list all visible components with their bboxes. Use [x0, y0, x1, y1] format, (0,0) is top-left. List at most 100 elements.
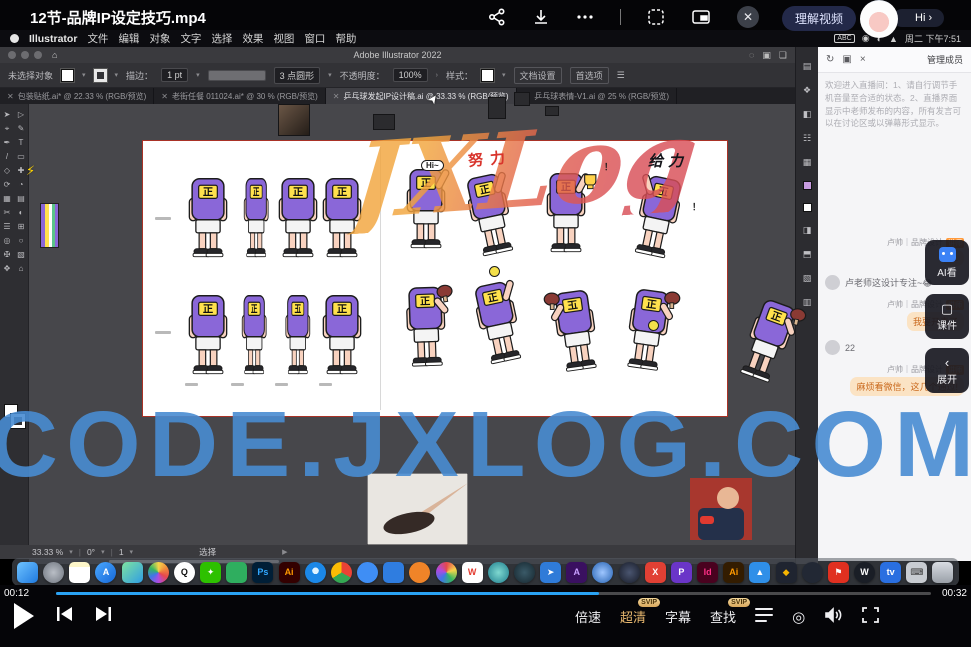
- document-tab[interactable]: ✕老街任餐 011024.ai* @ 30 % (RGB/预览): [154, 88, 326, 104]
- quality-button[interactable]: 超清 SVIP: [620, 607, 646, 626]
- indesign-dock-icon[interactable]: Id: [697, 562, 718, 583]
- finder-dock-icon[interactable]: [17, 562, 38, 583]
- keynote-dock-icon[interactable]: ▲: [749, 562, 770, 583]
- qq-dock-icon[interactable]: Q: [174, 562, 195, 583]
- pencil-tool-icon[interactable]: ⟳: [0, 178, 14, 191]
- maps-dock-icon[interactable]: [122, 562, 143, 583]
- close-chat-icon[interactable]: ×: [860, 54, 866, 65]
- gradient-tool-icon[interactable]: ◐: [14, 206, 28, 219]
- rotate-tool-icon[interactable]: ◔: [14, 178, 28, 191]
- popout-icon[interactable]: ▣: [842, 54, 851, 65]
- menu-选择[interactable]: 选择: [211, 31, 232, 46]
- lasso-tool-icon[interactable]: ✎: [14, 122, 28, 135]
- hi-button[interactable]: Hi ›: [893, 9, 944, 27]
- opacity-field[interactable]: 100%: [393, 68, 428, 82]
- progress-bar[interactable]: [56, 592, 931, 595]
- rotation-value[interactable]: 0°: [87, 547, 95, 557]
- fill-color-swatch[interactable]: [61, 69, 74, 82]
- search-icon[interactable]: ◌: [749, 50, 754, 61]
- player-photo[interactable]: [690, 478, 752, 540]
- zoom-level[interactable]: 33.33 %: [32, 547, 63, 557]
- menu-窗口[interactable]: 窗口: [304, 31, 325, 46]
- paddle-hand-photo[interactable]: [367, 473, 468, 545]
- apple-logo-icon[interactable]: [10, 34, 19, 43]
- stroke-panel-icon[interactable]: ◨: [803, 225, 812, 236]
- color-strip-thumbnail[interactable]: [40, 203, 59, 248]
- volume-icon[interactable]: [824, 607, 843, 626]
- courseware-button[interactable]: ▢ 课件: [925, 294, 969, 339]
- pip-icon[interactable]: [691, 8, 711, 26]
- safari-dock-icon[interactable]: [305, 562, 326, 583]
- illustrator-dock-icon[interactable]: Ai: [279, 562, 300, 583]
- menu-对象[interactable]: 对象: [149, 31, 170, 46]
- blend-tool-icon[interactable]: ◎: [0, 234, 14, 247]
- playlist-icon[interactable]: [755, 608, 773, 625]
- width-profile-preview[interactable]: [208, 70, 266, 81]
- reference-thumbnail[interactable]: [545, 106, 559, 116]
- scale-tool-icon[interactable]: ▦: [0, 192, 14, 205]
- menu-编辑[interactable]: 编辑: [118, 31, 139, 46]
- swatches-panel-icon[interactable]: ❖: [803, 85, 811, 96]
- reference-thumbnail[interactable]: [488, 97, 506, 119]
- menu-帮助[interactable]: 帮助: [335, 31, 356, 46]
- panel-menu-icon[interactable]: ☰: [617, 70, 625, 81]
- chrome-dock-icon[interactable]: [331, 562, 352, 583]
- browser-blue-dock-icon[interactable]: [383, 562, 404, 583]
- stroke-color-swatch[interactable]: [94, 69, 107, 82]
- search-button[interactable]: 查找 SVIP: [710, 607, 736, 626]
- close-tab-icon[interactable]: ✕: [333, 92, 340, 101]
- width-tool-icon[interactable]: ▤: [14, 192, 28, 205]
- aperture-dock-icon[interactable]: [592, 562, 613, 583]
- workspace-icon[interactable]: ▣: [762, 50, 771, 61]
- trash-dock-icon[interactable]: [932, 562, 953, 583]
- photoshop-dock-icon[interactable]: Ps: [252, 562, 273, 583]
- style-swatch[interactable]: [481, 69, 494, 82]
- quark-dock-icon[interactable]: [802, 562, 823, 583]
- layers-panel-icon[interactable]: ▦: [803, 157, 812, 168]
- screen-share-dock-icon[interactable]: [226, 562, 247, 583]
- illustrator-alt-dock-icon[interactable]: Ai: [723, 562, 744, 583]
- understand-video-button[interactable]: 理解视频: [782, 6, 856, 31]
- document-tab[interactable]: ✕乒乓球表情-V1.ai @ 25 % (RGB/预览): [517, 88, 678, 104]
- fullscreen-icon[interactable]: [862, 607, 879, 626]
- direct-selection-tool-icon[interactable]: ▷: [14, 108, 28, 121]
- gradient-panel-icon[interactable]: ⬒: [803, 249, 812, 260]
- p-app-dock-icon[interactable]: P: [671, 562, 692, 583]
- avatar[interactable]: [860, 0, 898, 38]
- selection-tool-icon[interactable]: ➤: [0, 108, 14, 121]
- brushes-panel-icon[interactable]: ◧: [803, 109, 812, 120]
- status-icon-c[interactable]: ▲: [889, 34, 898, 44]
- cloud-app-dock-icon[interactable]: [357, 562, 378, 583]
- libraries-panel-icon[interactable]: ▥: [803, 297, 812, 308]
- play-button[interactable]: [14, 603, 34, 629]
- symbol-tool-icon[interactable]: ○: [14, 234, 28, 247]
- rectangle-tool-icon[interactable]: ▭: [14, 150, 28, 163]
- affinity-dock-icon[interactable]: A: [566, 562, 587, 583]
- transparency-panel-icon[interactable]: ▧: [803, 273, 812, 284]
- flag-red-dock-icon[interactable]: ⚑: [828, 562, 849, 583]
- magic-wand-tool-icon[interactable]: ⌖: [0, 122, 14, 135]
- xd-red-dock-icon[interactable]: X: [645, 562, 666, 583]
- line-segment-tool-icon[interactable]: /: [0, 150, 14, 163]
- type-tool-icon[interactable]: T: [14, 136, 28, 149]
- shape-tool-icon[interactable]: ◇: [0, 164, 14, 177]
- manage-members-link[interactable]: 管理成员: [927, 53, 963, 66]
- reference-thumbnail[interactable]: [373, 114, 395, 130]
- previous-button[interactable]: [56, 606, 73, 627]
- hand-tool-icon[interactable]: ✥: [0, 262, 14, 275]
- download-icon[interactable]: [532, 8, 550, 26]
- menu-文件[interactable]: 文件: [87, 31, 108, 46]
- window-traffic-lights[interactable]: [8, 51, 42, 59]
- cursor-app-dock-icon[interactable]: ➤: [540, 562, 561, 583]
- menubar-clock[interactable]: 周二 下午7:51: [905, 32, 961, 45]
- reference-thumbnail[interactable]: [278, 104, 310, 136]
- sphere-teal-dock-icon[interactable]: [488, 562, 509, 583]
- color-panel-icon[interactable]: ▤: [803, 61, 812, 72]
- subtitle-button[interactable]: 字幕: [665, 607, 691, 626]
- document-tab[interactable]: ✕包装贴纸.ai* @ 22.33 % (RGB/预览): [0, 88, 154, 104]
- tv-app-dock-icon[interactable]: tv: [880, 562, 901, 583]
- mesh-tool-icon[interactable]: ☰: [0, 220, 14, 233]
- expand-button[interactable]: ‹ 展开: [925, 348, 969, 393]
- menu-效果[interactable]: 效果: [242, 31, 263, 46]
- refresh-icon[interactable]: ↻: [826, 54, 834, 65]
